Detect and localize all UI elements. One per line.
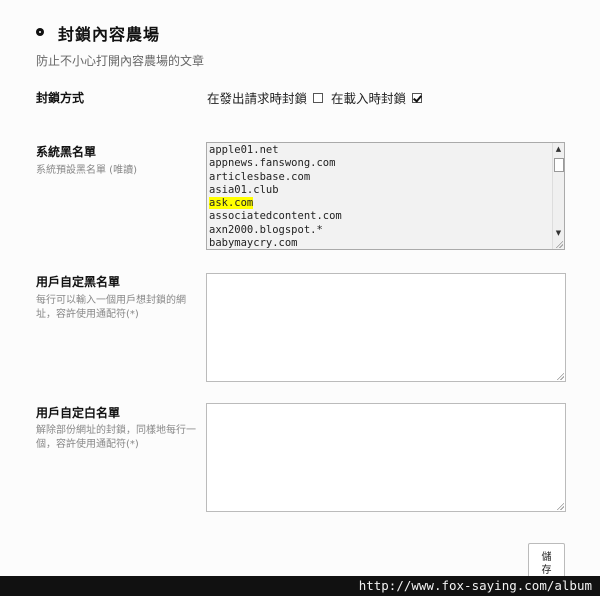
system-blacklist-help: 系統預設黑名單 (唯讀)	[36, 165, 137, 176]
list-item[interactable]: appnews.fanswong.com	[207, 157, 552, 170]
scroll-down-arrow-icon[interactable]: ▼	[553, 227, 564, 239]
list-item[interactable]: axn2000.blogspot.*	[207, 224, 552, 237]
list-item[interactable]: articlesbase.com	[207, 171, 552, 184]
user-blacklist-help: 每行可以輸入一個用戶想封鎖的網址，容許使用通配符(*)	[36, 295, 186, 320]
resize-grip-icon[interactable]	[556, 372, 564, 380]
block-on-load-label: 在載入時封鎖	[331, 91, 407, 106]
listbox-scrollbar[interactable]: ▲ ▼	[552, 143, 564, 249]
list-item[interactable]: ask.com	[207, 197, 552, 210]
scrollbar-thumb[interactable]	[554, 158, 564, 172]
block-on-request-checkbox[interactable]	[313, 92, 324, 103]
list-item-text: axn2000.blogspot.*	[209, 223, 323, 236]
block-on-request-label: 在發出請求時封鎖	[207, 91, 308, 106]
watermark-bar: http://www.fox-saying.com/album	[0, 576, 600, 596]
list-item[interactable]: apple01.net	[207, 144, 552, 157]
user-blacklist-textarea[interactable]	[206, 273, 566, 382]
system-blacklist-listbox[interactable]: apple01.net appnews.fanswong.com articlesb…	[206, 142, 565, 250]
list-item-text: babymaycry.com	[209, 237, 298, 250]
system-blacklist-label: 系統黑名單	[36, 145, 97, 159]
resize-grip-icon[interactable]	[556, 502, 564, 510]
save-button-label-line1: 儲	[541, 552, 552, 563]
system-blacklist-items: apple01.net appnews.fanswong.com articlesb…	[207, 144, 552, 250]
list-item-text: apple01.net	[209, 144, 279, 156]
user-whitelist-label: 用戶自定白名單	[36, 406, 121, 420]
list-item[interactable]: babymaycry.com	[207, 237, 552, 250]
block-mode-label: 封鎖方式	[36, 91, 85, 105]
section-title: 封鎖內容農場	[58, 25, 161, 44]
user-whitelist-textarea[interactable]	[206, 403, 566, 512]
list-item[interactable]: asia01.club	[207, 184, 552, 197]
list-item-text: associatedcontent.com	[209, 210, 342, 223]
list-item[interactable]: associatedcontent.com	[207, 210, 552, 223]
user-whitelist-help: 解除部份網址的封鎖，同樣地每行一個，容許使用通配符(*)	[36, 425, 196, 450]
list-item-text: asia01.club	[209, 183, 279, 196]
section-bullet-icon	[36, 28, 44, 36]
user-blacklist-label: 用戶自定黑名單	[36, 275, 121, 289]
list-item-text: ask.com	[209, 197, 254, 210]
block-on-load-checkbox[interactable]	[412, 92, 423, 103]
block-mode-options: 在發出請求時封鎖 在載入時封鎖	[207, 88, 430, 107]
scroll-up-arrow-icon[interactable]: ▲	[553, 143, 564, 155]
resize-grip-icon[interactable]	[555, 240, 563, 248]
list-item-text: articlesbase.com	[209, 170, 311, 183]
section-subtitle: 防止不小心打開內容農場的文章	[36, 54, 205, 68]
list-item-text: appnews.fanswong.com	[209, 157, 336, 170]
